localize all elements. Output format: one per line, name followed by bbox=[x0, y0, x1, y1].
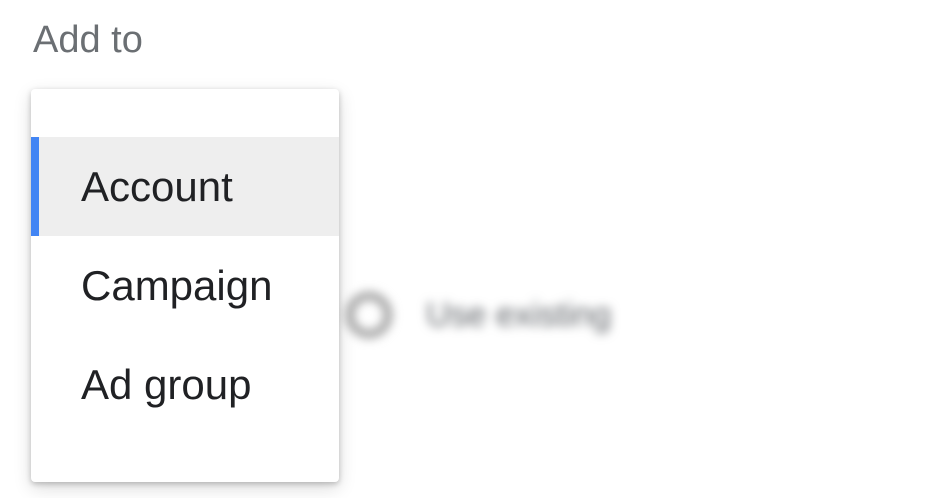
menu-item-account[interactable]: Account bbox=[31, 137, 339, 236]
page: Add to Use existing Account Campaign Ad … bbox=[0, 0, 932, 498]
radio-button-icon[interactable] bbox=[346, 292, 392, 338]
use-existing-label: Use existing bbox=[426, 295, 612, 334]
menu-item-ad-group[interactable]: Ad group bbox=[31, 335, 339, 434]
use-existing-option[interactable]: Use existing bbox=[346, 292, 611, 338]
add-to-label: Add to bbox=[33, 19, 143, 61]
menu-item-campaign[interactable]: Campaign bbox=[31, 236, 339, 335]
menu-item-label: Campaign bbox=[81, 261, 273, 309]
add-to-dropdown-menu: Account Campaign Ad group bbox=[31, 89, 339, 482]
menu-list: Account Campaign Ad group bbox=[31, 137, 339, 434]
menu-item-label: Account bbox=[81, 162, 233, 210]
menu-item-label: Ad group bbox=[81, 360, 252, 408]
